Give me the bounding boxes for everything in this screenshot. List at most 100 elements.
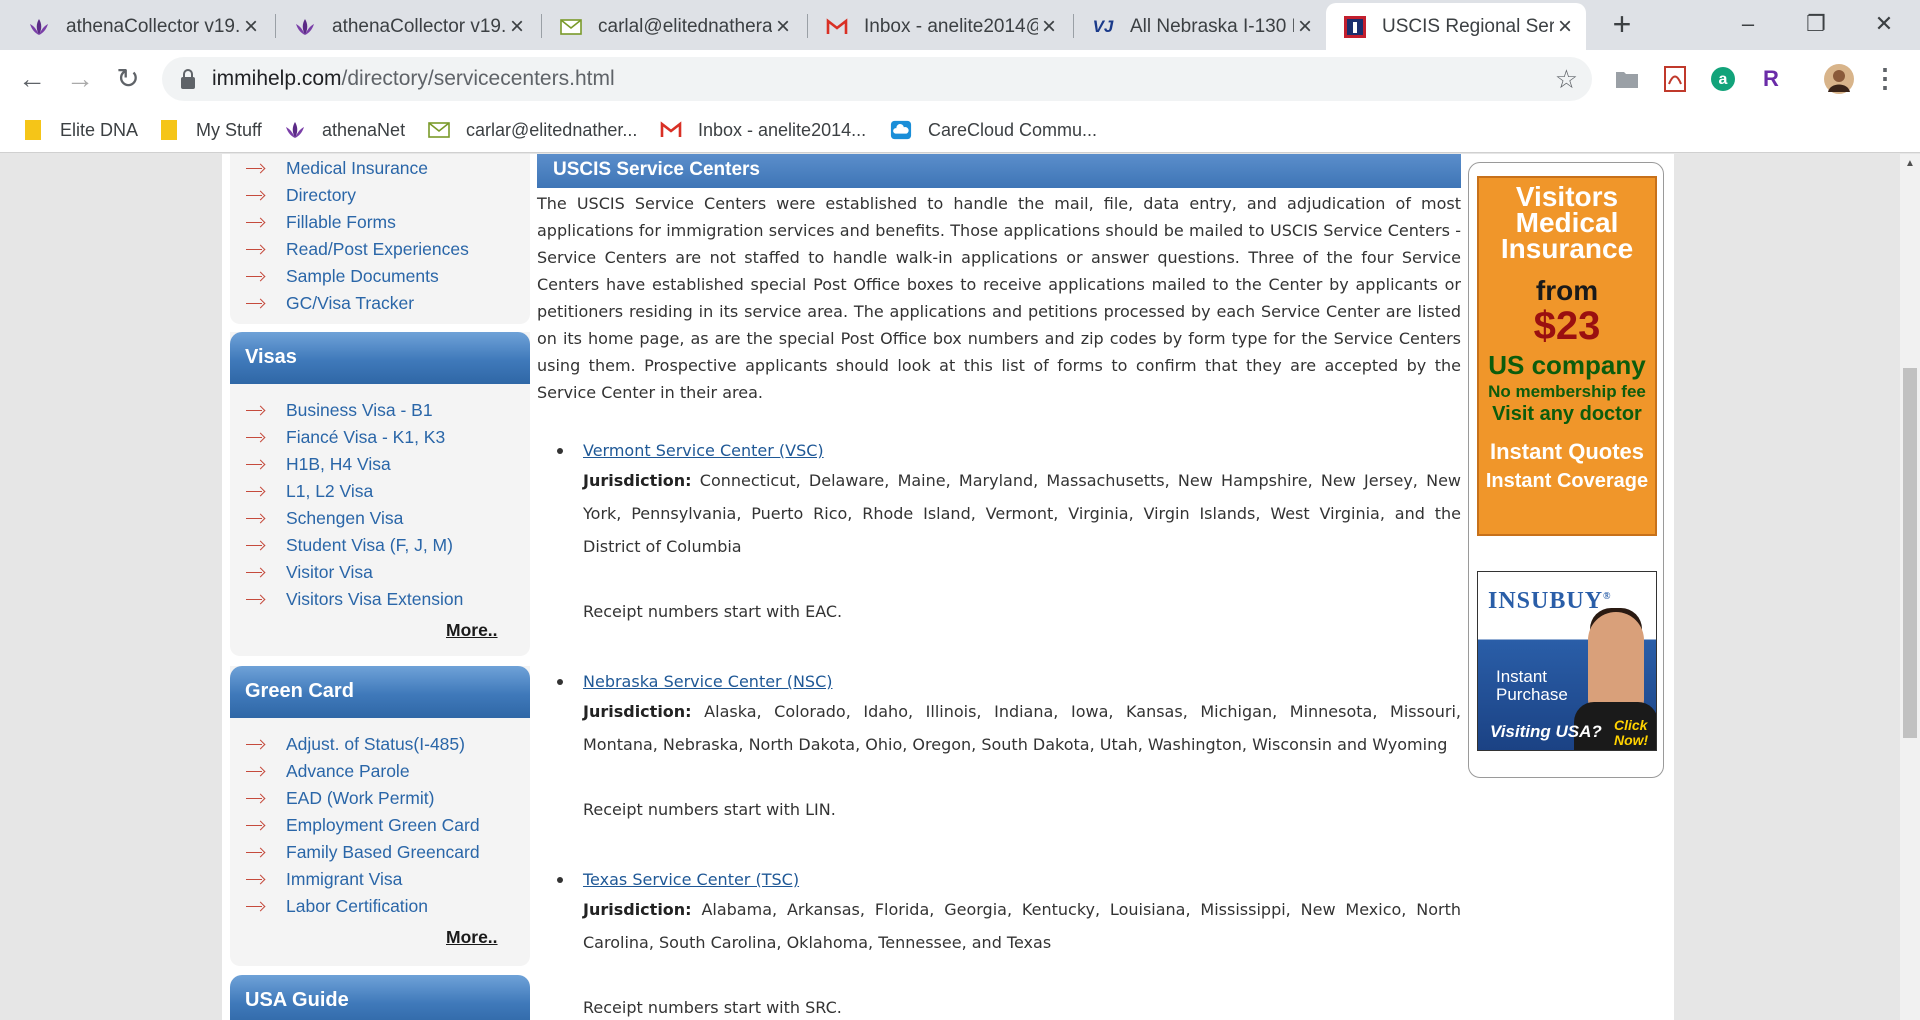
sidebar-link-visa[interactable]: Business Visa - B1 [244,397,433,424]
sidebar-heading-visas: Visas [230,332,530,384]
close-icon[interactable]: × [772,14,794,39]
sidebar-link-experiences[interactable]: Read/Post Experiences [244,236,469,263]
tab-title: athenaCollector v19. [332,15,506,37]
arrow-icon [244,792,272,806]
jurisdiction-label: Jurisdiction: [583,900,692,919]
sidebar-link-visa[interactable]: Student Visa (F, J, M) [244,532,453,559]
tab-athena-1[interactable]: athenaCollector v19. × [10,3,272,50]
sidebar-link-visa[interactable]: Fiancé Visa - K1, K3 [244,424,445,451]
green-card-more-link[interactable]: More.. [446,927,498,948]
sidebar-link-green-card[interactable]: Labor Certification [244,893,428,920]
person-image [1588,612,1644,712]
bookmark-label: CareCloud Commu... [928,119,1098,140]
arrow-icon [244,485,272,499]
bookmarks-bar: Elite DNA My Stuff athenaNet carlar@elit… [0,107,1920,153]
pdf-extension-icon[interactable] [1660,64,1690,94]
sidebar-link-green-card[interactable]: Employment Green Card [244,812,480,839]
new-tab-button[interactable]: + [1604,7,1640,43]
arrow-icon [244,297,272,311]
back-button[interactable]: ← [12,59,52,99]
page-scrollbar[interactable]: ▲ [1900,154,1920,1020]
avatar[interactable] [1824,64,1854,94]
sidebar-link-green-card[interactable]: Immigrant Visa [244,866,402,893]
service-center-link[interactable]: Texas Service Center (TSC) [583,866,799,893]
ad-column: Visitors Medical Insurance from $23 US c… [1468,162,1664,778]
sidebar-link-visa[interactable]: Schengen Visa [244,505,403,532]
visajourney-icon: VJ [1092,16,1114,36]
visas-more-link[interactable]: More.. [446,620,498,641]
insubuy-ad[interactable]: INSUBUY® Instant Purchase Visiting USA? C… [1477,571,1657,751]
sidebar-link-green-card[interactable]: Adjust. of Status(I-485) [244,731,465,758]
bookmark-star-icon[interactable]: ☆ [1555,57,1578,101]
tab-uscis-active[interactable]: USCIS Regional Servi × [1326,3,1586,50]
tab-strip: athenaCollector v19. × athenaCollector v… [0,0,1920,50]
bullet [557,679,563,685]
close-icon[interactable]: × [1038,14,1060,39]
close-icon[interactable]: × [506,14,528,39]
scroll-up-icon[interactable]: ▲ [1900,158,1920,174]
immihelp-icon [1344,15,1366,38]
bookmark-inbox[interactable]: Inbox - anelite2014... [660,107,866,153]
svg-text:a: a [1719,71,1728,88]
sidebar-link-visa[interactable]: Visitors Visa Extension [244,586,463,613]
bookmark-athenanet[interactable]: athenaNet [284,107,405,153]
bookmark-label: Inbox - anelite2014... [698,119,867,140]
tab-gmail[interactable]: Inbox - anelite2014@ × [808,3,1070,50]
bookmark-label: carlar@elitednather... [466,119,638,140]
sidebar-link-green-card[interactable]: Advance Parole [244,758,410,785]
tab-title: Inbox - anelite2014@ [864,15,1038,37]
tab-visajourney[interactable]: VJ All Nebraska I-130 Fi × [1074,3,1326,50]
arrow-icon [244,539,272,553]
sidebar-link-visa[interactable]: Visitor Visa [244,559,373,586]
browser-menu-icon[interactable]: ⋮ [1870,60,1900,96]
sidebar-link-directory[interactable]: Directory [244,182,356,209]
sidebar-link-visa[interactable]: L1, L2 Visa [244,478,373,505]
bookmark-label: My Stuff [196,119,262,140]
cloud-icon [890,119,912,141]
forward-button[interactable]: → [60,59,100,99]
close-icon[interactable]: × [1554,14,1576,39]
folder-icon [158,119,180,141]
tab-athena-2[interactable]: athenaCollector v19. × [276,3,538,50]
bookmark-label: athenaNet [322,119,406,140]
arrow-icon [244,512,272,526]
r-extension-icon[interactable]: R [1756,64,1786,94]
arrow-icon [244,593,272,607]
sidebar-link-visa[interactable]: H1B, H4 Visa [244,451,391,478]
bookmark-my-stuff[interactable]: My Stuff [158,107,262,153]
close-window-button[interactable]: ✕ [1854,4,1914,44]
arrow-icon [244,216,272,230]
arrow-icon [244,765,272,779]
sidebar-link-sample-documents[interactable]: Sample Documents [244,263,439,290]
browser-toolbar: ← → ↻ immihelp.com/directory/servicecent… [0,50,1920,107]
service-center-link[interactable]: Vermont Service Center (VSC) [583,437,824,464]
close-icon[interactable]: × [240,14,262,39]
jurisdiction-text: Jurisdiction: Connecticut, Delaware, Mai… [583,471,1461,556]
address-bar[interactable]: immihelp.com/directory/servicecenters.ht… [162,57,1592,101]
a-extension-icon[interactable]: a [1708,64,1738,94]
tab-title: USCIS Regional Servi [1382,15,1554,37]
service-center-link[interactable]: Nebraska Service Center (NSC) [583,668,833,695]
close-icon[interactable]: × [1294,14,1316,39]
bookmark-elite-dna[interactable]: Elite DNA [22,107,138,153]
scrollbar-thumb[interactable] [1903,368,1917,738]
bookmark-carlar-mail[interactable]: carlar@elitednather... [428,107,637,153]
minimize-button[interactable]: – [1718,4,1778,44]
reload-button[interactable]: ↻ [108,59,148,99]
arrow-icon [244,873,272,887]
sidebar-heading-green-card: Green Card [230,666,530,718]
folder-extension-icon[interactable] [1612,64,1642,94]
sidebar-link-green-card[interactable]: EAD (Work Permit) [244,785,434,812]
visitors-insurance-ad[interactable]: Visitors Medical Insurance from $23 US c… [1477,176,1657,536]
athena-lotus-icon [294,16,316,38]
arrow-icon [244,243,272,257]
restore-button[interactable]: ❐ [1786,4,1846,44]
sidebar-link-fillable-forms[interactable]: Fillable Forms [244,209,396,236]
tab-mail[interactable]: carlal@elitednathera × [542,3,804,50]
sidebar-link-medical-insurance[interactable]: Medical Insurance [244,155,428,182]
tab-title: athenaCollector v19. [66,15,240,37]
bookmark-carecloud[interactable]: CareCloud Commu... [890,107,1097,153]
jurisdiction-text: Jurisdiction: Alabama, Arkansas, Florida… [583,900,1461,952]
sidebar-link-green-card[interactable]: Family Based Greencard [244,839,480,866]
sidebar-link-gc-visa-tracker[interactable]: GC/Visa Tracker [244,290,414,317]
